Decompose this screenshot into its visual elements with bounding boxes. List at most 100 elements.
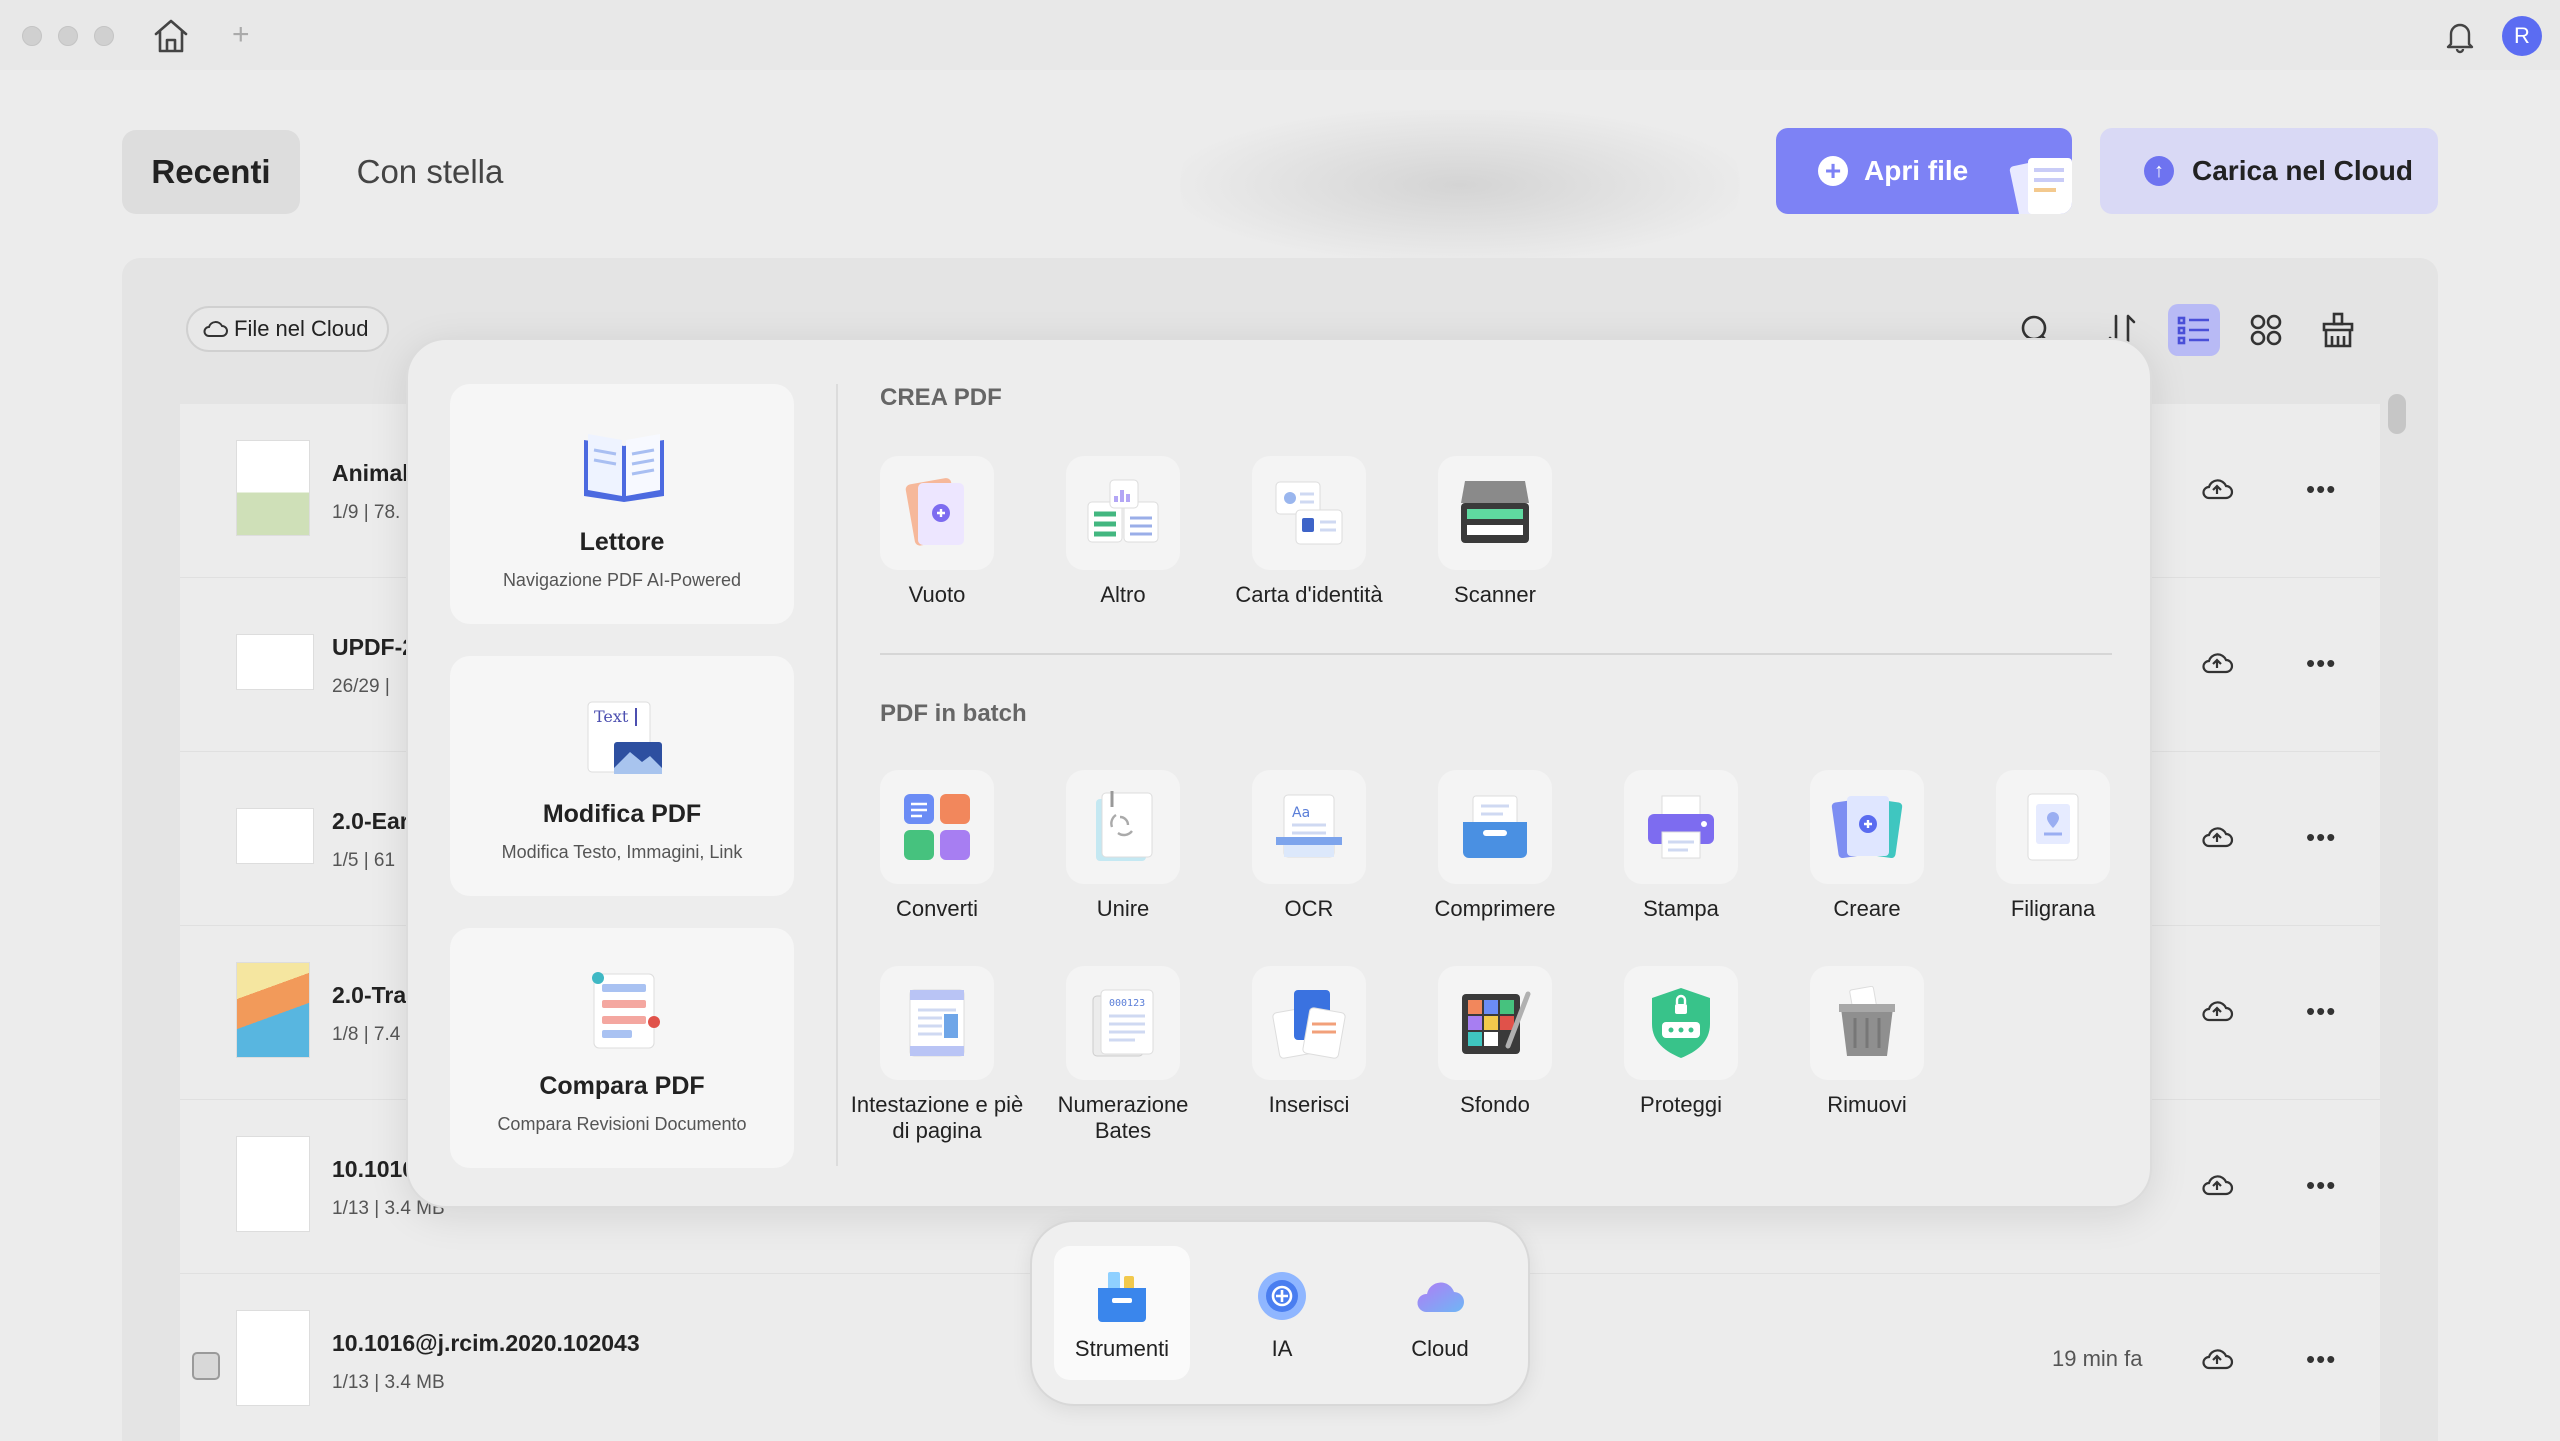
tool-print[interactable]: Stampa	[1588, 770, 1774, 922]
reader-card[interactable]: Lettore Navigazione PDF AI-Powered	[450, 384, 794, 624]
file-name: 10.1016@j.rcim.2020.102043	[332, 1330, 640, 1356]
more-options-icon[interactable]: •••	[2306, 474, 2336, 505]
clean-button[interactable]	[2312, 304, 2364, 356]
upload-cloud-button[interactable]: ↑ Carica nel Cloud	[2100, 128, 2438, 214]
more-options-icon[interactable]: •••	[2306, 822, 2336, 853]
reader-subtitle: Navigazione PDF AI-Powered	[502, 570, 742, 590]
list-view-button[interactable]	[2168, 304, 2220, 356]
svg-text:000123: 000123	[1109, 998, 1145, 1009]
tool-protect[interactable]: Proteggi	[1588, 966, 1774, 1118]
file-thumbnail	[236, 1310, 310, 1406]
file-thumbnail	[236, 1136, 310, 1232]
tool-label: Scanner	[1454, 582, 1536, 607]
file-thumbnail	[236, 962, 310, 1058]
tool-merge[interactable]: Unire	[1030, 770, 1216, 922]
edit-pdf-title: Modifica PDF	[542, 800, 702, 828]
file-name: 2.0-Tra	[332, 982, 407, 1008]
tool-insert[interactable]: Inserisci	[1216, 966, 1402, 1118]
dock-tools-label: Strumenti	[1074, 1336, 1170, 1361]
plus-icon: +	[1818, 156, 1848, 186]
cloud-upload-icon[interactable]	[2200, 1344, 2234, 1372]
header-footer-icon	[909, 989, 965, 1057]
documents-icon	[2009, 158, 2072, 214]
file-checkbox[interactable]	[192, 1352, 220, 1380]
tool-remove[interactable]: Rimuovi	[1774, 966, 1960, 1118]
minimize-window-button[interactable]	[58, 26, 78, 46]
broom-icon	[2322, 312, 2354, 348]
file-name: 10.1016	[332, 1156, 416, 1182]
tool-create[interactable]: Creare	[1774, 770, 1960, 922]
tool-other[interactable]: Altro	[1030, 456, 1216, 608]
avatar[interactable]: R	[2502, 16, 2542, 56]
cloud-files-filter[interactable]: File nel Cloud	[186, 306, 389, 352]
cloud-upload-icon[interactable]	[2200, 822, 2234, 850]
dock-tools[interactable]: Strumenti	[1054, 1246, 1190, 1380]
tool-label: Altro	[1100, 582, 1146, 607]
new-tab-button[interactable]: +	[232, 20, 250, 50]
tool-compress[interactable]: Comprimere	[1402, 770, 1588, 922]
tab-starred[interactable]: Con stella	[320, 130, 540, 214]
tool-blank[interactable]: Vuoto	[844, 456, 1030, 608]
tool-label: OCR	[1284, 896, 1334, 921]
tool-bates[interactable]: 000123 Numerazione Bates	[1030, 966, 1216, 1144]
zoom-window-button[interactable]	[94, 26, 114, 46]
tool-label: Proteggi	[1640, 1092, 1722, 1117]
edit-pdf-card[interactable]: Text Modifica PDF Modifica Testo, Immagi…	[450, 656, 794, 896]
tool-background[interactable]: Sfondo	[1402, 966, 1588, 1118]
scrollbar[interactable]	[2388, 394, 2406, 434]
close-window-button[interactable]	[22, 26, 42, 46]
compare-pdf-title: Compara PDF	[539, 1072, 705, 1100]
tab-recent[interactable]: Recenti	[122, 130, 300, 214]
file-meta: 26/29 |	[332, 676, 390, 697]
tool-scanner[interactable]: Scanner	[1402, 456, 1588, 608]
cloud-files-label: File nel Cloud	[234, 316, 369, 341]
tool-label: Unire	[1096, 896, 1150, 921]
grid-view-icon	[2250, 314, 2282, 346]
cloud-upload-icon[interactable]	[2200, 648, 2234, 676]
dock-ai[interactable]: IA	[1214, 1246, 1350, 1380]
other-files-icon	[1087, 479, 1159, 543]
more-options-icon[interactable]: •••	[2306, 648, 2336, 679]
compress-icon	[1463, 795, 1527, 858]
tool-ocr[interactable]: Aa OCR	[1216, 770, 1402, 922]
cloud-icon	[1417, 1282, 1464, 1312]
shield-lock-icon	[1652, 988, 1710, 1058]
file-thumbnail	[236, 440, 310, 536]
toolbox-icon	[1098, 1272, 1146, 1322]
grid-view-button[interactable]	[2240, 304, 2292, 356]
more-options-icon[interactable]: •••	[2306, 1170, 2336, 1201]
tool-convert[interactable]: Converti	[844, 770, 1030, 922]
compare-pdf-card[interactable]: Compara PDF Compara Revisioni Documento	[450, 928, 794, 1168]
ai-icon	[1258, 1272, 1306, 1320]
cloud-upload-icon[interactable]	[2200, 1170, 2234, 1198]
home-icon[interactable]	[152, 18, 190, 54]
open-file-button[interactable]: + Apri file	[1776, 128, 2072, 214]
trash-icon	[1839, 986, 1895, 1056]
tool-label: Carta d'identità	[1235, 582, 1383, 607]
cloud-upload-icon[interactable]	[2200, 996, 2234, 1024]
dock-ai-label: IA	[1271, 1336, 1293, 1361]
bell-icon[interactable]	[2442, 18, 2478, 54]
scanner-icon	[1461, 481, 1529, 543]
printer-icon	[1648, 795, 1714, 859]
create-pdf-heading: CREA PDF	[880, 384, 1002, 411]
more-options-icon[interactable]: •••	[2306, 996, 2336, 1027]
file-meta: 1/13 | 3.4 MB	[332, 1372, 445, 1393]
more-options-icon[interactable]: •••	[2306, 1344, 2336, 1375]
dock-cloud[interactable]: Cloud	[1372, 1246, 1508, 1380]
edit-pdf-subtitle: Modifica Testo, Immagini, Link	[501, 842, 743, 862]
tool-label: Vuoto	[908, 582, 966, 607]
tool-label: Converti	[896, 896, 978, 921]
tool-label: Numerazione Bates	[1057, 1092, 1189, 1143]
tool-watermark[interactable]: Filigrana	[1960, 770, 2146, 922]
file-name: UPDF-2	[332, 634, 416, 660]
convert-icon	[904, 794, 970, 860]
tool-label: Filigrana	[2010, 896, 2096, 921]
tool-id-card[interactable]: Carta d'identità	[1216, 456, 1402, 608]
ocr-icon: Aa	[1276, 794, 1342, 858]
dock-cloud-label: Cloud	[1411, 1336, 1469, 1361]
cloud-upload-icon[interactable]	[2200, 474, 2234, 502]
upload-icon: ↑	[2144, 156, 2174, 186]
tool-header-footer[interactable]: Intestazione e piè di pagina	[844, 966, 1030, 1144]
tool-label: Creare	[1833, 896, 1901, 921]
